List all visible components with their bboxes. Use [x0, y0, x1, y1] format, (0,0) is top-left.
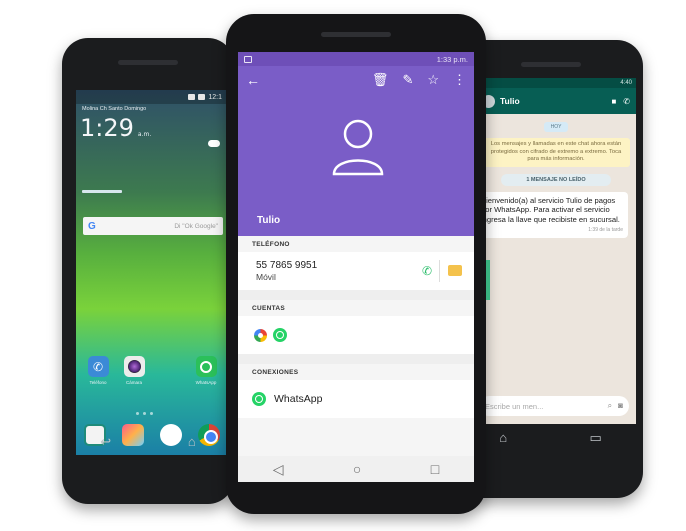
clock-subtitle	[82, 190, 122, 193]
camera-app[interactable]: Cámara	[123, 356, 145, 385]
chat-name[interactable]: Tulio	[500, 96, 520, 106]
chat-screen: 4:40 Tulio ■ ✆ HOY Los mensajes y llamad…	[476, 78, 636, 424]
section-accounts-title: CUENTAS	[252, 304, 286, 312]
nav-bar: ◁ ○ □	[238, 456, 474, 482]
chat-header: Tulio ■ ✆	[476, 88, 636, 114]
speaker-grill	[118, 60, 178, 65]
weather-icon[interactable]	[208, 140, 220, 147]
contact-avatar-icon	[332, 119, 384, 176]
status-time: 4:40	[620, 80, 632, 86]
attach-icon[interactable]: ⌕	[608, 401, 612, 411]
status-bar: 1:33 p.m.	[238, 52, 474, 66]
contact-screen: 1:33 p.m. ← 🗑 ✎ ☆ ⋮ Tulio TELÉFONO 55 78…	[238, 52, 474, 482]
unread-badge: 1 MENSAJE NO LEÍDO	[501, 173, 611, 186]
video-call-icon[interactable]: ■	[611, 97, 616, 106]
google-icon: G	[88, 220, 96, 232]
section-phone-title: TELÉFONO	[252, 240, 290, 248]
google-icon	[254, 328, 267, 342]
voice-call-icon[interactable]: ✆	[623, 97, 630, 106]
section-connections-title: CONEXIONES	[252, 368, 299, 376]
app-label: Teléfono	[89, 380, 107, 385]
back-key-icon[interactable]: ↩	[100, 434, 111, 450]
speaker-grill	[520, 62, 581, 67]
phone-icon: ✆	[87, 356, 109, 377]
home-key-icon[interactable]: ⌂	[188, 434, 196, 450]
phone-row[interactable]: 55 7865 9951 Móvil ✆	[238, 252, 474, 290]
encryption-notice[interactable]: Los mensajes y llamadas en este chat aho…	[482, 138, 630, 167]
carrier-label: Molina Ch Santo Domingo	[82, 106, 147, 112]
left-phone: 12:1 Molina Ch Santo Domingo 1:29 a.m. G…	[62, 38, 234, 504]
speaker-grill	[321, 32, 391, 37]
app-label: WhatsApp	[195, 380, 217, 385]
recent-key-icon[interactable]: ▭	[589, 430, 601, 446]
recents-nav-icon[interactable]: □	[431, 461, 439, 477]
divider	[238, 290, 474, 300]
connection-label: WhatsApp	[274, 393, 323, 405]
home-key-icon[interactable]: ⌂	[499, 430, 507, 446]
contact-name: Tulio	[257, 215, 281, 226]
star-icon[interactable]: ☆	[427, 72, 439, 88]
message-input[interactable]: Escribe un men... ⌕ ◙	[479, 396, 629, 416]
accounts-row[interactable]	[238, 316, 474, 354]
day-badge: HOY	[544, 122, 568, 132]
message-placeholder: Escribe un men...	[485, 401, 544, 411]
status-time: 12:1	[208, 93, 222, 101]
whatsapp-icon	[273, 328, 287, 342]
divider	[439, 260, 440, 282]
whatsapp-icon	[252, 392, 266, 406]
home-nav-icon[interactable]: ○	[353, 461, 361, 477]
status-bar: 4:40	[476, 78, 636, 88]
search-hint: Di "Ok Google"	[174, 222, 218, 230]
hardware-nav: ↩ ⌂	[62, 434, 234, 450]
phone-card: 55 7865 9951 Móvil ✆	[238, 252, 474, 290]
phone-app[interactable]: ✆ Teléfono	[87, 356, 109, 385]
toolbar: ← 🗑 ✎ ☆ ⋮	[238, 66, 474, 94]
delete-icon[interactable]: 🗑	[372, 72, 389, 88]
call-icon[interactable]: ✆	[422, 264, 432, 278]
page-indicator	[136, 412, 153, 415]
more-icon[interactable]: ⋮	[453, 72, 466, 88]
message-text: Bienvenido(a) al servicio Tulio de pagos…	[481, 195, 620, 225]
empty-slot	[160, 356, 181, 385]
clock-time: 1:29	[80, 114, 134, 142]
camera-icon	[123, 356, 145, 377]
clock-widget[interactable]: 1:29 a.m.	[76, 114, 228, 142]
message-bubble[interactable]: Bienvenido(a) al servicio Tulio de pagos…	[476, 191, 628, 238]
whatsapp-app[interactable]: WhatsApp	[195, 356, 217, 385]
whatsapp-connection-row[interactable]: WhatsApp	[238, 380, 474, 418]
camera-icon[interactable]: ◙	[618, 401, 623, 411]
app-label: Cámara	[125, 380, 142, 385]
message-icon[interactable]	[448, 265, 462, 276]
clock-date: a.m.	[137, 131, 152, 138]
home-screen: 12:1 Molina Ch Santo Domingo 1:29 a.m. G…	[76, 90, 228, 455]
back-arrow-icon[interactable]: ←	[246, 72, 260, 88]
side-accent	[486, 260, 490, 300]
message-time: 1:39 de la tarde	[588, 227, 623, 234]
phone-number: 55 7865 9951	[256, 260, 318, 271]
phone-type: Móvil	[256, 272, 276, 282]
google-search-bar[interactable]: G Di "Ok Google"	[83, 217, 223, 235]
contact-header: ← 🗑 ✎ ☆ ⋮ Tulio	[238, 66, 474, 236]
divider	[238, 354, 474, 364]
status-bar: 12:1	[76, 90, 228, 104]
battery-icon	[198, 94, 206, 100]
back-nav-icon[interactable]: ◁	[273, 461, 284, 478]
app-row: ✆ Teléfono Cámara WhatsApp	[76, 356, 228, 385]
signal-icon	[188, 94, 196, 100]
stage: 12:1 Molina Ch Santo Domingo 1:29 a.m. G…	[0, 0, 686, 531]
center-phone: 1:33 p.m. ← 🗑 ✎ ☆ ⋮ Tulio TELÉFONO 55 78…	[226, 14, 490, 514]
notification-icon	[244, 55, 252, 63]
whatsapp-icon	[195, 356, 217, 377]
edit-icon[interactable]: ✎	[402, 72, 413, 88]
status-time: 1:33 p.m.	[436, 54, 468, 64]
